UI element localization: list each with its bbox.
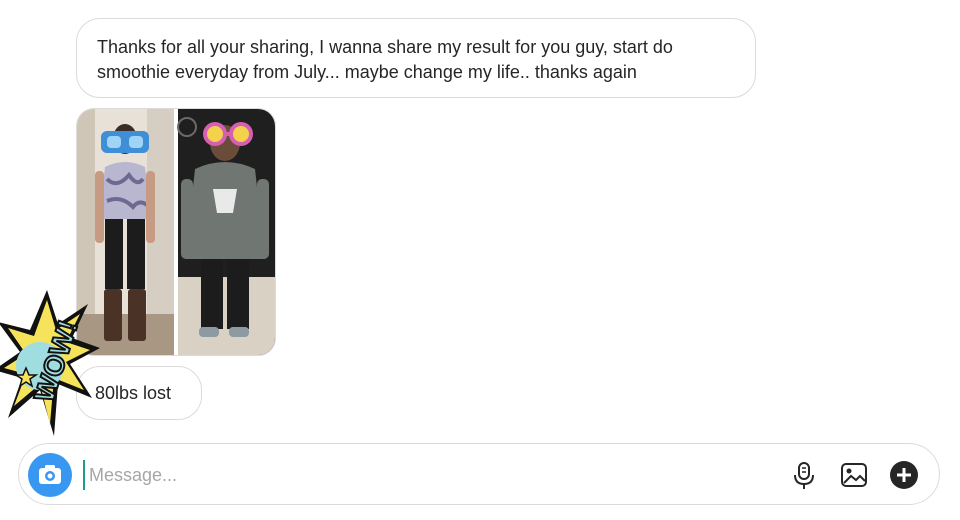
image-gallery-icon	[841, 463, 867, 487]
message-text: 80lbs lost	[95, 383, 172, 403]
message-input[interactable]	[83, 460, 769, 490]
message-bubble-text[interactable]: Thanks for all your sharing, I wanna sha…	[76, 18, 756, 98]
camera-icon	[39, 465, 61, 484]
message-photo-comparison[interactable]	[76, 108, 276, 356]
camera-button[interactable]	[28, 453, 72, 497]
microphone-icon	[794, 462, 814, 489]
wow-sticker: WOW!	[0, 290, 100, 436]
microphone-button[interactable]	[787, 458, 821, 492]
before-after-photo	[77, 109, 275, 355]
gallery-button[interactable]	[837, 458, 871, 492]
message-composer	[18, 443, 940, 505]
plus-circle-icon	[890, 461, 918, 489]
message-text: Thanks for all your sharing, I wanna sha…	[97, 37, 673, 82]
add-button[interactable]	[887, 458, 921, 492]
